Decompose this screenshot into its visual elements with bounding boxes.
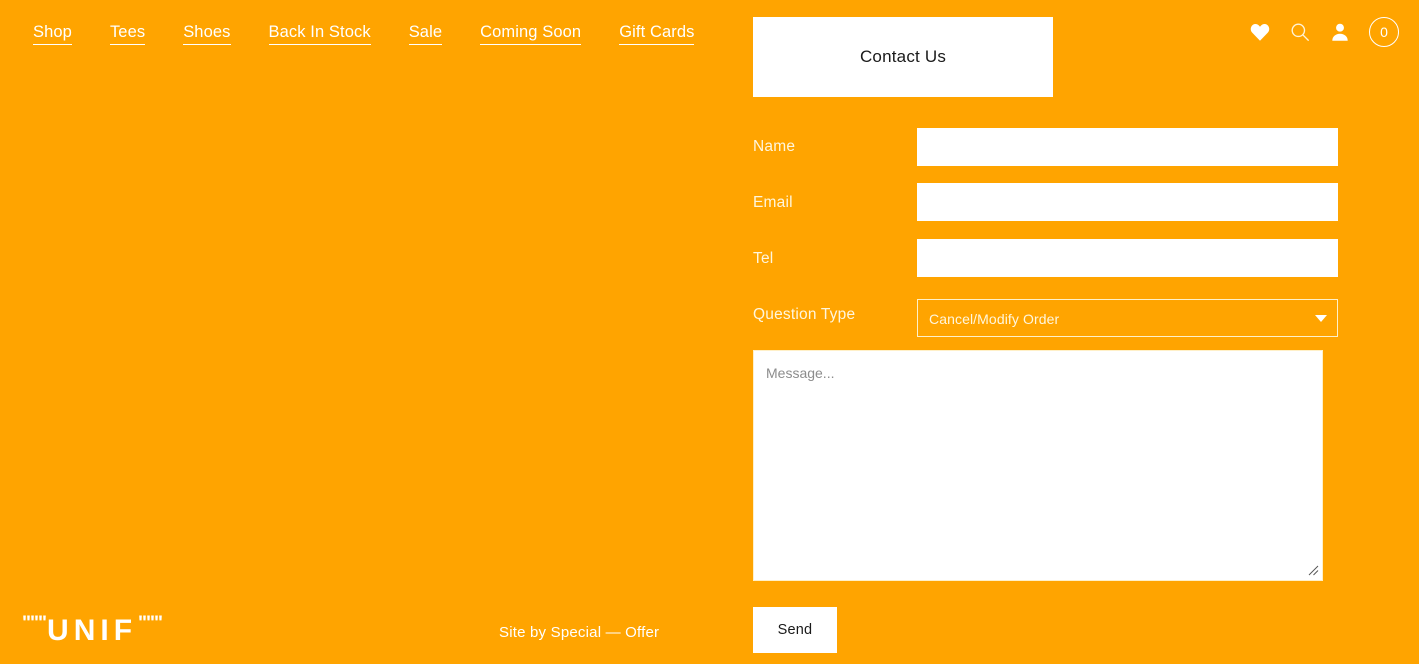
nav-link-shop[interactable]: Shop xyxy=(33,24,72,45)
nav-link-shoes[interactable]: Shoes xyxy=(183,24,230,45)
send-button[interactable]: Send xyxy=(753,607,837,653)
name-label: Name xyxy=(753,138,795,156)
site-credit[interactable]: Site by Special — Offer xyxy=(499,624,659,641)
cart-button[interactable]: 0 xyxy=(1369,17,1399,47)
question-type-selected-value: Cancel/Modify Order xyxy=(929,311,1059,327)
heart-icon xyxy=(1249,21,1271,43)
question-type-label: Question Type xyxy=(753,306,855,324)
email-label: Email xyxy=(753,194,793,212)
form-row-email: Email xyxy=(753,182,1338,237)
logo-quote-close: """ xyxy=(138,614,162,633)
page-title: Contact Us xyxy=(860,47,946,67)
tel-label: Tel xyxy=(753,250,773,268)
chevron-down-icon xyxy=(1315,315,1327,322)
wishlist-button[interactable] xyxy=(1249,21,1271,43)
page-title-box: Contact Us xyxy=(753,17,1053,97)
unif-logo[interactable]: """ UNIF """ xyxy=(22,616,162,646)
search-icon xyxy=(1289,21,1311,43)
name-input[interactable] xyxy=(917,128,1338,166)
logo-wordmark: UNIF xyxy=(47,616,137,646)
nav-utility-icons: 0 xyxy=(1249,17,1399,47)
nav-link-gift-cards[interactable]: Gift Cards xyxy=(619,24,694,45)
nav-link-tees[interactable]: Tees xyxy=(110,24,145,45)
account-icon xyxy=(1329,21,1351,43)
nav-link-back-in-stock[interactable]: Back In Stock xyxy=(269,24,371,45)
tel-input[interactable] xyxy=(917,239,1338,277)
question-type-select[interactable]: Cancel/Modify Order xyxy=(917,299,1338,337)
top-navigation-bar: Shop Tees Shoes Back In Stock Sale Comin… xyxy=(0,0,1419,70)
cart-count: 0 xyxy=(1380,24,1388,40)
email-input[interactable] xyxy=(917,183,1338,221)
nav-link-sale[interactable]: Sale xyxy=(409,24,442,45)
primary-nav: Shop Tees Shoes Back In Stock Sale Comin… xyxy=(33,24,694,45)
nav-link-coming-soon[interactable]: Coming Soon xyxy=(480,24,581,45)
form-row-name: Name xyxy=(753,127,1338,181)
logo-quote-open: """ xyxy=(22,614,46,633)
contact-form: Name Email Tel Question Type Cancel/Modi… xyxy=(753,127,1338,351)
message-textarea[interactable] xyxy=(753,350,1323,581)
search-button[interactable] xyxy=(1289,21,1311,43)
account-button[interactable] xyxy=(1329,21,1351,43)
form-row-tel: Tel xyxy=(753,238,1338,293)
form-row-question-type: Question Type Cancel/Modify Order xyxy=(753,294,1338,350)
